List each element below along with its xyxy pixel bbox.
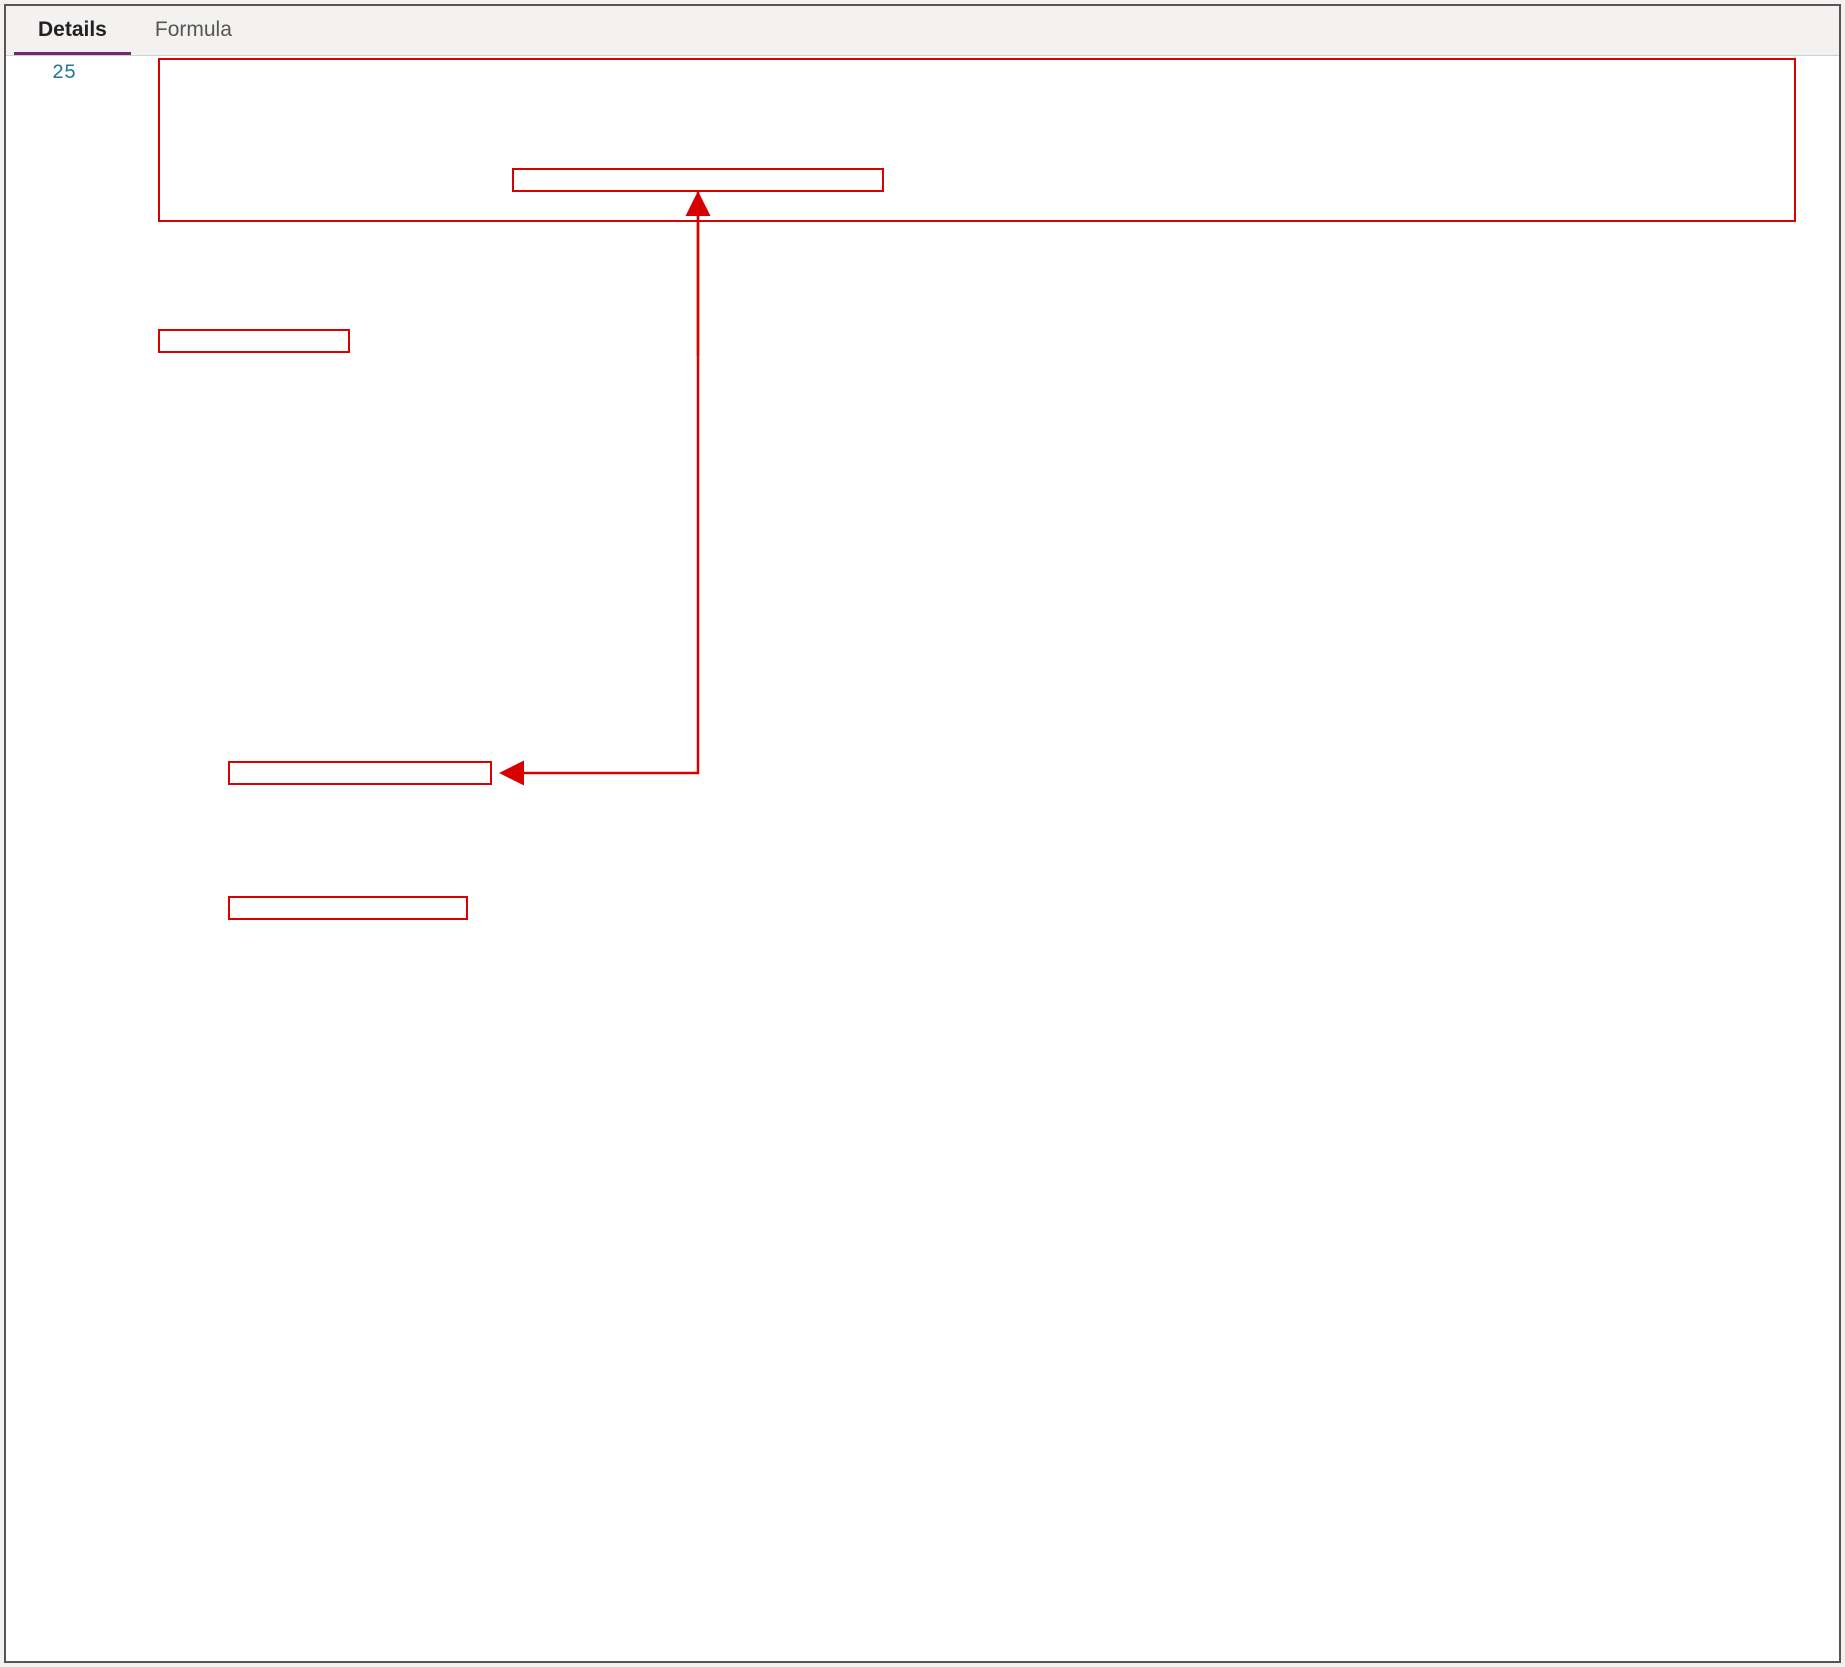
annotation-arrow <box>86 56 1786 956</box>
line-number-gutter: 25 <box>6 56 86 1661</box>
annotation-box-fetchxml <box>158 58 1796 222</box>
annotation-box-ishidden <box>228 896 468 920</box>
tab-details[interactable]: Details <box>14 6 131 55</box>
annotation-box-attribute-telephone1 <box>512 168 884 192</box>
tab-formula[interactable]: Formula <box>131 6 256 55</box>
annotation-box-name-telephone1 <box>228 761 492 785</box>
editor-window: Details Formula 25 <box>4 4 1841 1663</box>
tab-bar: Details Formula <box>6 6 1839 56</box>
code-area[interactable] <box>86 56 1839 1661</box>
code-content[interactable] <box>86 56 1839 60</box>
annotation-box-viewfields <box>158 329 350 353</box>
code-editor[interactable]: 25 <box>6 56 1839 1661</box>
